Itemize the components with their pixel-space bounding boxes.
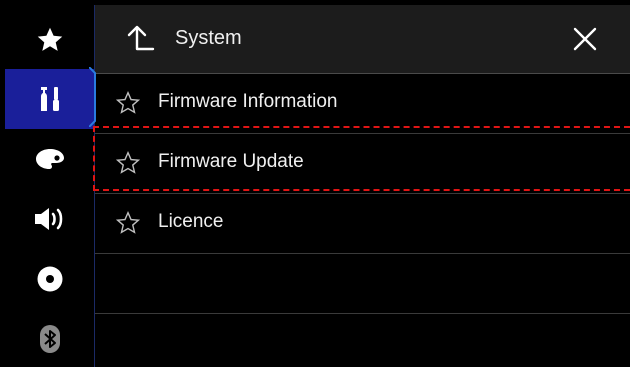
settings-tools-icon xyxy=(40,87,59,111)
sidebar-item-theme[interactable] xyxy=(5,129,94,189)
sidebar-item-audio[interactable] xyxy=(5,189,94,249)
star-outline-icon[interactable] xyxy=(115,90,141,116)
menu-item-firmware-information[interactable]: Firmware Information xyxy=(95,74,630,134)
sidebar-item-source[interactable] xyxy=(5,249,94,309)
close-icon[interactable] xyxy=(565,19,605,59)
sidebar-item-bluetooth[interactable] xyxy=(5,309,94,369)
page-title: System xyxy=(175,27,242,49)
header-bar: System xyxy=(95,5,630,74)
speaker-icon xyxy=(34,208,62,230)
back-arrow-icon[interactable] xyxy=(121,19,161,59)
highlight-box xyxy=(93,126,630,191)
active-tab-indicator xyxy=(89,67,96,127)
disc-icon xyxy=(37,266,62,292)
empty-row xyxy=(95,314,630,373)
star-outline-icon[interactable] xyxy=(115,210,141,236)
menu-item-label: Licence xyxy=(158,211,224,232)
palette-icon xyxy=(35,149,64,169)
bluetooth-icon xyxy=(39,325,60,353)
star-icon xyxy=(37,27,62,51)
sidebar-item-favorites[interactable] xyxy=(5,10,94,70)
screen: System Firmware Information Firmware Upd… xyxy=(0,0,630,367)
menu-item-label: Firmware Information xyxy=(158,91,338,112)
empty-row xyxy=(95,254,630,314)
sidebar-item-system[interactable] xyxy=(5,69,94,129)
menu-item-licence[interactable]: Licence xyxy=(95,194,630,254)
sidebar xyxy=(5,5,94,367)
